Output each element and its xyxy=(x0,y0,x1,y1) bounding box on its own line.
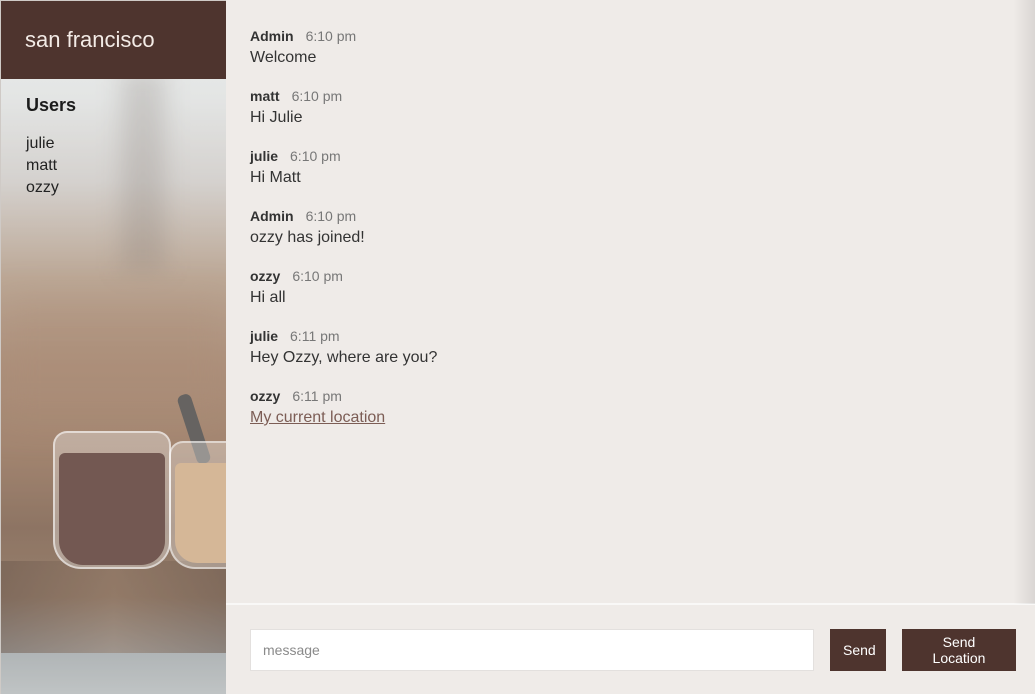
send-button[interactable]: Send xyxy=(830,628,886,671)
message-time: 6:10 pm xyxy=(292,268,343,284)
message: Admin 6:10 pm Welcome xyxy=(250,28,1011,68)
message: Admin 6:10 pm ozzy has joined! xyxy=(250,208,1011,248)
location-link[interactable]: My current location xyxy=(250,409,385,426)
message-text: Hey Ozzy, where are you? xyxy=(250,349,438,366)
user-item: matt xyxy=(26,157,58,174)
message-text: ozzy has joined! xyxy=(250,229,365,246)
message-author: julie xyxy=(250,148,279,164)
message: julie 6:11 pm Hey Ozzy, where are you? xyxy=(250,328,1011,368)
message-author: Admin xyxy=(250,28,294,44)
message-time: 6:10 pm xyxy=(305,28,357,44)
chat-main: Admin 6:10 pm Welcome matt 6:10 pm Hi Ju… xyxy=(226,0,1035,694)
message-time: 6:11 pm xyxy=(292,388,342,404)
message-meta: matt 6:10 pm xyxy=(250,88,1011,104)
message-time: 6:10 pm xyxy=(305,208,357,224)
message-time: 6:10 pm xyxy=(290,148,341,164)
message-time: 6:10 pm xyxy=(291,88,343,104)
message-meta: ozzy 6:10 pm xyxy=(250,268,1011,284)
message-meta: ozzy 6:11 pm xyxy=(250,388,1011,404)
message-text: Hi all xyxy=(250,289,286,306)
message-author: matt xyxy=(250,88,280,104)
message-text: My current location xyxy=(250,408,1011,428)
message: ozzy 6:11 pm My current location xyxy=(250,388,1011,428)
chat-app: san francisco Users julie matt ozzy Admi… xyxy=(0,0,1035,694)
message-author: ozzy xyxy=(250,268,281,284)
message-meta: julie 6:10 pm xyxy=(250,148,1011,164)
message: ozzy 6:10 pm Hi all xyxy=(250,268,1011,308)
sidebar: san francisco Users julie matt ozzy xyxy=(0,0,226,694)
message-list[interactable]: Admin 6:10 pm Welcome matt 6:10 pm Hi Ju… xyxy=(226,0,1035,603)
send-location-button[interactable]: Send Location xyxy=(902,628,1016,671)
message-meta: Admin 6:10 pm xyxy=(250,208,1011,224)
message-text: Hi Matt xyxy=(250,169,301,186)
message-author: ozzy xyxy=(250,388,281,404)
message-meta: Admin 6:10 pm xyxy=(250,28,1011,44)
message-author: julie xyxy=(250,328,279,344)
users-heading: Users xyxy=(26,95,77,115)
message-meta: julie 6:11 pm xyxy=(250,328,1011,344)
room-title: san francisco xyxy=(1,1,226,79)
users-list: julie matt ozzy xyxy=(26,133,76,199)
message-time: 6:11 pm xyxy=(290,328,340,344)
users-panel: Users julie matt ozzy xyxy=(26,95,76,199)
user-item: ozzy xyxy=(26,179,59,196)
message-composer: Send Send Location xyxy=(226,603,1035,694)
message: matt 6:10 pm Hi Julie xyxy=(250,88,1011,128)
message-input[interactable] xyxy=(250,628,814,671)
message-text: Welcome xyxy=(250,49,317,66)
message-text: Hi Julie xyxy=(250,109,303,126)
user-item: julie xyxy=(26,135,55,152)
message: julie 6:10 pm Hi Matt xyxy=(250,148,1011,188)
message-author: Admin xyxy=(250,208,294,224)
